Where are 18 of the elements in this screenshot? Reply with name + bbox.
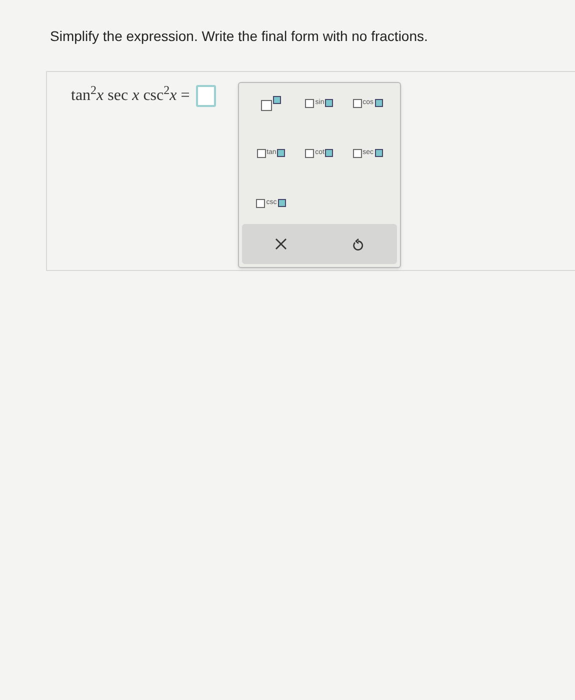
placeholder-box-icon	[256, 148, 266, 158]
answer-field[interactable]	[196, 85, 216, 107]
close-icon	[274, 238, 287, 250]
placeholder-box-icon	[374, 99, 383, 107]
placeholder-box-icon	[352, 148, 362, 158]
placeholder-box-icon	[325, 99, 334, 107]
placeholder-box-icon	[260, 100, 272, 110]
placeholder-box-icon	[256, 198, 266, 208]
equation-text: tan$^{2}$x sec x csc$^{2}$x =	[71, 84, 190, 106]
placeholder-box-icon	[374, 149, 383, 157]
placeholder-box-icon	[305, 98, 314, 108]
undo-icon	[352, 238, 364, 250]
instruction-text: Simplify the expression. Write the final form with no fractions.	[50, 27, 429, 46]
placeholder-box-icon	[352, 98, 362, 108]
placeholder-box-icon	[305, 148, 314, 158]
placeholder-box-icon	[277, 149, 286, 157]
placeholder-box-icon	[325, 149, 334, 157]
placeholder-box-icon	[278, 199, 286, 207]
